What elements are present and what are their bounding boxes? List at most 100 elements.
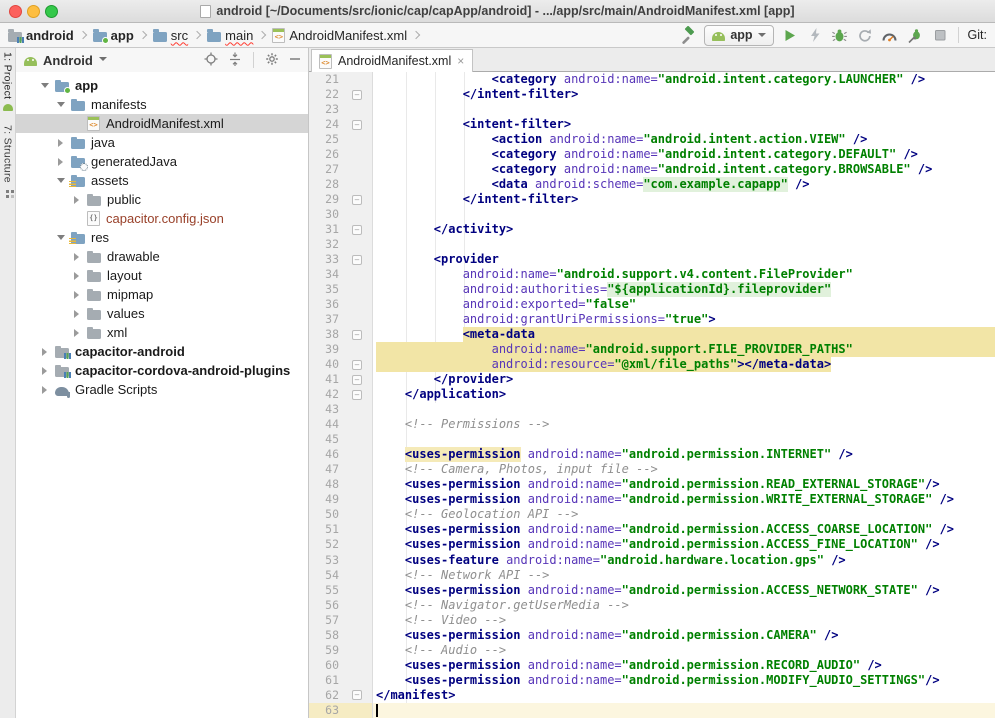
collapsed-arrow-icon[interactable] [54, 139, 67, 147]
expanded-arrow-icon[interactable] [38, 83, 51, 88]
code-line-60[interactable]: 60 <uses-permission android:name="androi… [309, 658, 995, 673]
code-line-24[interactable]: 24– <intent-filter> [309, 117, 995, 132]
code-line-47[interactable]: 47 <!-- Camera, Photos, input file --> [309, 462, 995, 477]
breadcrumb-item-src[interactable]: src [153, 28, 188, 43]
code-line-58[interactable]: 58 <uses-permission android:name="androi… [309, 628, 995, 643]
stop-button[interactable] [931, 26, 949, 44]
close-tab-icon[interactable]: × [457, 55, 464, 67]
breadcrumb-item-app[interactable]: app [93, 28, 134, 43]
collapsed-arrow-icon[interactable] [70, 253, 83, 261]
code-line-54[interactable]: 54 <!-- Network API --> [309, 568, 995, 583]
attach-debugger-button[interactable] [906, 26, 924, 44]
coverage-button[interactable] [856, 26, 874, 44]
fold-marker-icon[interactable]: – [352, 255, 362, 265]
code-line-33[interactable]: 33– <provider [309, 252, 995, 267]
code-line-31[interactable]: 31– </activity> [309, 222, 995, 237]
code-line-49[interactable]: 49 <uses-permission android:name="androi… [309, 492, 995, 507]
code-line-41[interactable]: 41– </provider> [309, 372, 995, 387]
tree-item-app[interactable]: app [16, 76, 308, 95]
code-line-40[interactable]: 40– android:resource="@xml/file_paths"><… [309, 357, 995, 372]
tree-item-capacitor-config-json[interactable]: capacitor.config.json [16, 209, 308, 228]
build-hammer-button[interactable] [679, 26, 697, 44]
fold-marker-icon[interactable]: – [352, 195, 362, 205]
collapsed-arrow-icon[interactable] [70, 310, 83, 318]
fold-marker-icon[interactable]: – [352, 90, 362, 100]
code-line-34[interactable]: 34 android:name="android.support.v4.cont… [309, 267, 995, 282]
debug-button[interactable] [831, 26, 849, 44]
tree-item-java[interactable]: java [16, 133, 308, 152]
tree-item-values[interactable]: values [16, 304, 308, 323]
run-configuration-select[interactable]: app [704, 25, 773, 46]
tree-item-drawable[interactable]: drawable [16, 247, 308, 266]
code-line-26[interactable]: 26 <category android:name="android.inten… [309, 147, 995, 162]
code-line-44[interactable]: 44 <!-- Permissions --> [309, 417, 995, 432]
collapsed-arrow-icon[interactable] [38, 348, 51, 356]
minimize-window-button[interactable] [27, 5, 40, 18]
zoom-window-button[interactable] [45, 5, 58, 18]
expanded-arrow-icon[interactable] [54, 102, 67, 107]
fold-marker-icon[interactable]: – [352, 330, 362, 340]
fold-marker-icon[interactable]: – [352, 690, 362, 700]
code-line-57[interactable]: 57 <!-- Video --> [309, 613, 995, 628]
code-editor[interactable]: 21 <category android:name="android.inten… [309, 72, 995, 718]
fold-marker-icon[interactable]: – [352, 360, 362, 370]
code-line-62[interactable]: 62–</manifest> [309, 688, 995, 703]
code-line-42[interactable]: 42– </application> [309, 387, 995, 402]
fold-marker-icon[interactable]: – [352, 375, 362, 385]
code-line-45[interactable]: 45 [309, 432, 995, 447]
code-line-37[interactable]: 37 android:grantUriPermissions="true"> [309, 312, 995, 327]
code-line-55[interactable]: 55 <uses-permission android:name="androi… [309, 583, 995, 598]
code-line-36[interactable]: 36 android:exported="false" [309, 297, 995, 312]
tree-item-public[interactable]: public [16, 190, 308, 209]
code-line-29[interactable]: 29– </intent-filter> [309, 192, 995, 207]
expanded-arrow-icon[interactable] [54, 178, 67, 183]
tree-item-res[interactable]: res [16, 228, 308, 247]
tree-item-gradle-scripts[interactable]: Gradle Scripts [16, 380, 308, 399]
code-line-53[interactable]: 53 <uses-feature android:name="android.h… [309, 553, 995, 568]
code-line-27[interactable]: 27 <category android:name="android.inten… [309, 162, 995, 177]
code-line-22[interactable]: 22– </intent-filter> [309, 87, 995, 102]
fold-marker-icon[interactable]: – [352, 225, 362, 235]
tree-item-capacitor-cordova-android-plugins[interactable]: capacitor-cordova-android-plugins [16, 361, 308, 380]
code-line-25[interactable]: 25 <action android:name="android.intent.… [309, 132, 995, 147]
breadcrumb-item-main[interactable]: main [207, 28, 253, 43]
tab-androidmanifest[interactable]: AndroidManifest.xml × [311, 49, 473, 72]
code-line-50[interactable]: 50 <!-- Geolocation API --> [309, 507, 995, 522]
code-line-23[interactable]: 23 [309, 102, 995, 117]
tree-item-androidmanifest-xml[interactable]: AndroidManifest.xml [16, 114, 308, 133]
code-line-51[interactable]: 51 <uses-permission android:name="androi… [309, 522, 995, 537]
collapse-all-button[interactable] [227, 51, 243, 70]
code-line-28[interactable]: 28 <data android:scheme="com.example.cap… [309, 177, 995, 192]
project-view-select[interactable]: Android [24, 53, 107, 68]
close-window-button[interactable] [9, 5, 22, 18]
tree-item-mipmap[interactable]: mipmap [16, 285, 308, 304]
collapsed-arrow-icon[interactable] [38, 386, 51, 394]
collapsed-arrow-icon[interactable] [70, 196, 83, 204]
code-line-52[interactable]: 52 <uses-permission android:name="androi… [309, 537, 995, 552]
breadcrumb-item-android[interactable]: android [8, 28, 74, 43]
collapsed-arrow-icon[interactable] [54, 158, 67, 166]
collapsed-arrow-icon[interactable] [70, 272, 83, 280]
run-button[interactable] [781, 26, 799, 44]
code-line-59[interactable]: 59 <!-- Audio --> [309, 643, 995, 658]
code-line-56[interactable]: 56 <!-- Navigator.getUserMedia --> [309, 598, 995, 613]
tree-item-layout[interactable]: layout [16, 266, 308, 285]
tree-item-capacitor-android[interactable]: capacitor-android [16, 342, 308, 361]
tool-button-structure[interactable]: 7: Structure [2, 125, 14, 195]
apply-changes-button[interactable] [806, 26, 824, 44]
collapsed-arrow-icon[interactable] [70, 291, 83, 299]
tree-item-generatedjava[interactable]: generatedJava [16, 152, 308, 171]
code-line-46[interactable]: 46 <uses-permission android:name="androi… [309, 447, 995, 462]
collapsed-arrow-icon[interactable] [38, 367, 51, 375]
expanded-arrow-icon[interactable] [54, 235, 67, 240]
locate-file-button[interactable] [203, 51, 219, 70]
settings-gear-button[interactable] [264, 51, 280, 70]
code-line-48[interactable]: 48 <uses-permission android:name="androi… [309, 477, 995, 492]
breadcrumb-item-androidmanifest-xml[interactable]: AndroidManifest.xml [272, 28, 407, 43]
code-line-61[interactable]: 61 <uses-permission android:name="androi… [309, 673, 995, 688]
tree-item-manifests[interactable]: manifests [16, 95, 308, 114]
code-line-38[interactable]: 38– <meta-data [309, 327, 995, 342]
tree-item-assets[interactable]: assets [16, 171, 308, 190]
fold-marker-icon[interactable]: – [352, 120, 362, 130]
code-line-30[interactable]: 30 [309, 207, 995, 222]
